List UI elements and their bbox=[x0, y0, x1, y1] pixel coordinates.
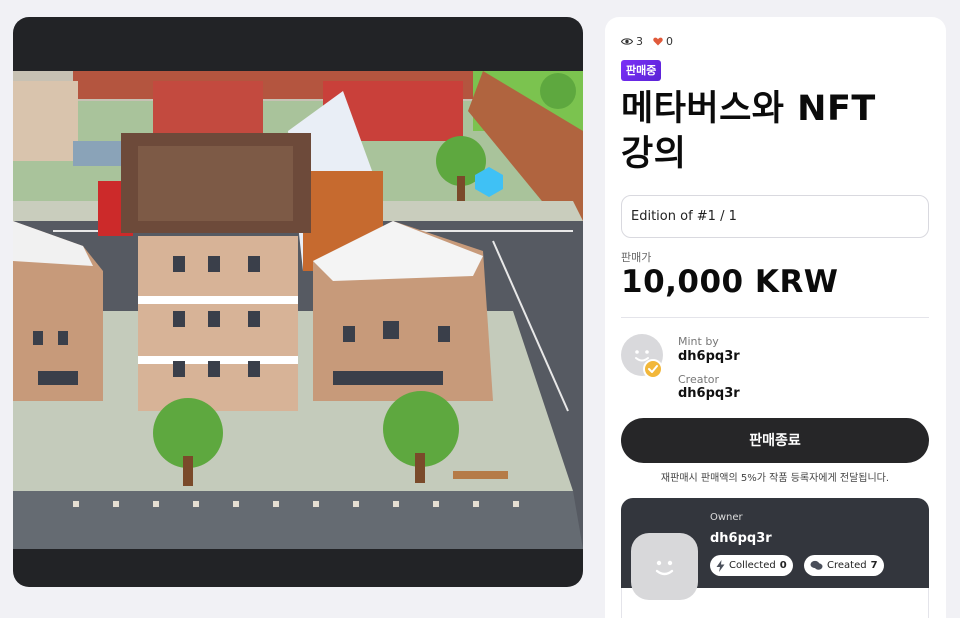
created-chip[interactable]: Created 7 bbox=[804, 555, 884, 576]
price-label: 판매가 bbox=[621, 251, 652, 264]
mint-by-label: Mint by bbox=[678, 335, 719, 348]
view-count-value: 3 bbox=[636, 35, 643, 48]
sale-ended-button[interactable]: 판매종료 bbox=[621, 418, 929, 463]
edition-info: Edition of #1 / 1 bbox=[621, 195, 929, 238]
owner-card: Owner dh6pq3r Collected 0 Created 7 bbox=[621, 498, 929, 618]
chat-icon bbox=[810, 560, 823, 570]
nft-title: 메타버스와 NFT 강의 bbox=[621, 89, 876, 174]
royalty-note: 재판매시 판매액의 5%가 작품 등록자에게 전달됩니다. bbox=[660, 473, 890, 484]
like-count[interactable]: 0 bbox=[653, 35, 673, 48]
creator-name[interactable]: dh6pq3r bbox=[678, 386, 740, 401]
nft-artwork-image bbox=[13, 71, 583, 549]
price-value: 10,000 KRW bbox=[621, 264, 839, 300]
smiley-face-icon bbox=[655, 560, 674, 576]
created-count: 7 bbox=[870, 560, 878, 571]
status-badge: 판매중 bbox=[621, 60, 662, 81]
divider bbox=[621, 317, 929, 318]
owner-avatar[interactable] bbox=[631, 533, 698, 600]
nft-media-viewer[interactable] bbox=[13, 17, 583, 587]
verified-badge-icon bbox=[643, 359, 663, 379]
owner-name[interactable]: dh6pq3r bbox=[710, 531, 772, 546]
creator-label: Creator bbox=[678, 373, 720, 386]
eye-icon bbox=[621, 38, 633, 45]
stats-row: 3 0 bbox=[621, 35, 673, 48]
like-count-value: 0 bbox=[666, 35, 673, 48]
heart-icon[interactable] bbox=[653, 37, 663, 46]
collected-chip[interactable]: Collected 0 bbox=[710, 555, 793, 576]
nft-detail-panel: 3 0 판매중 메타버스와 NFT 강의 Edition of #1 / 1 판… bbox=[605, 17, 946, 618]
mint-by-name[interactable]: dh6pq3r bbox=[678, 349, 740, 364]
collected-label: Collected bbox=[729, 560, 776, 571]
view-count: 3 bbox=[621, 35, 643, 48]
lightning-icon bbox=[716, 559, 725, 572]
owner-label: Owner bbox=[710, 512, 743, 523]
collected-count: 0 bbox=[779, 560, 787, 571]
created-label: Created bbox=[827, 560, 867, 571]
